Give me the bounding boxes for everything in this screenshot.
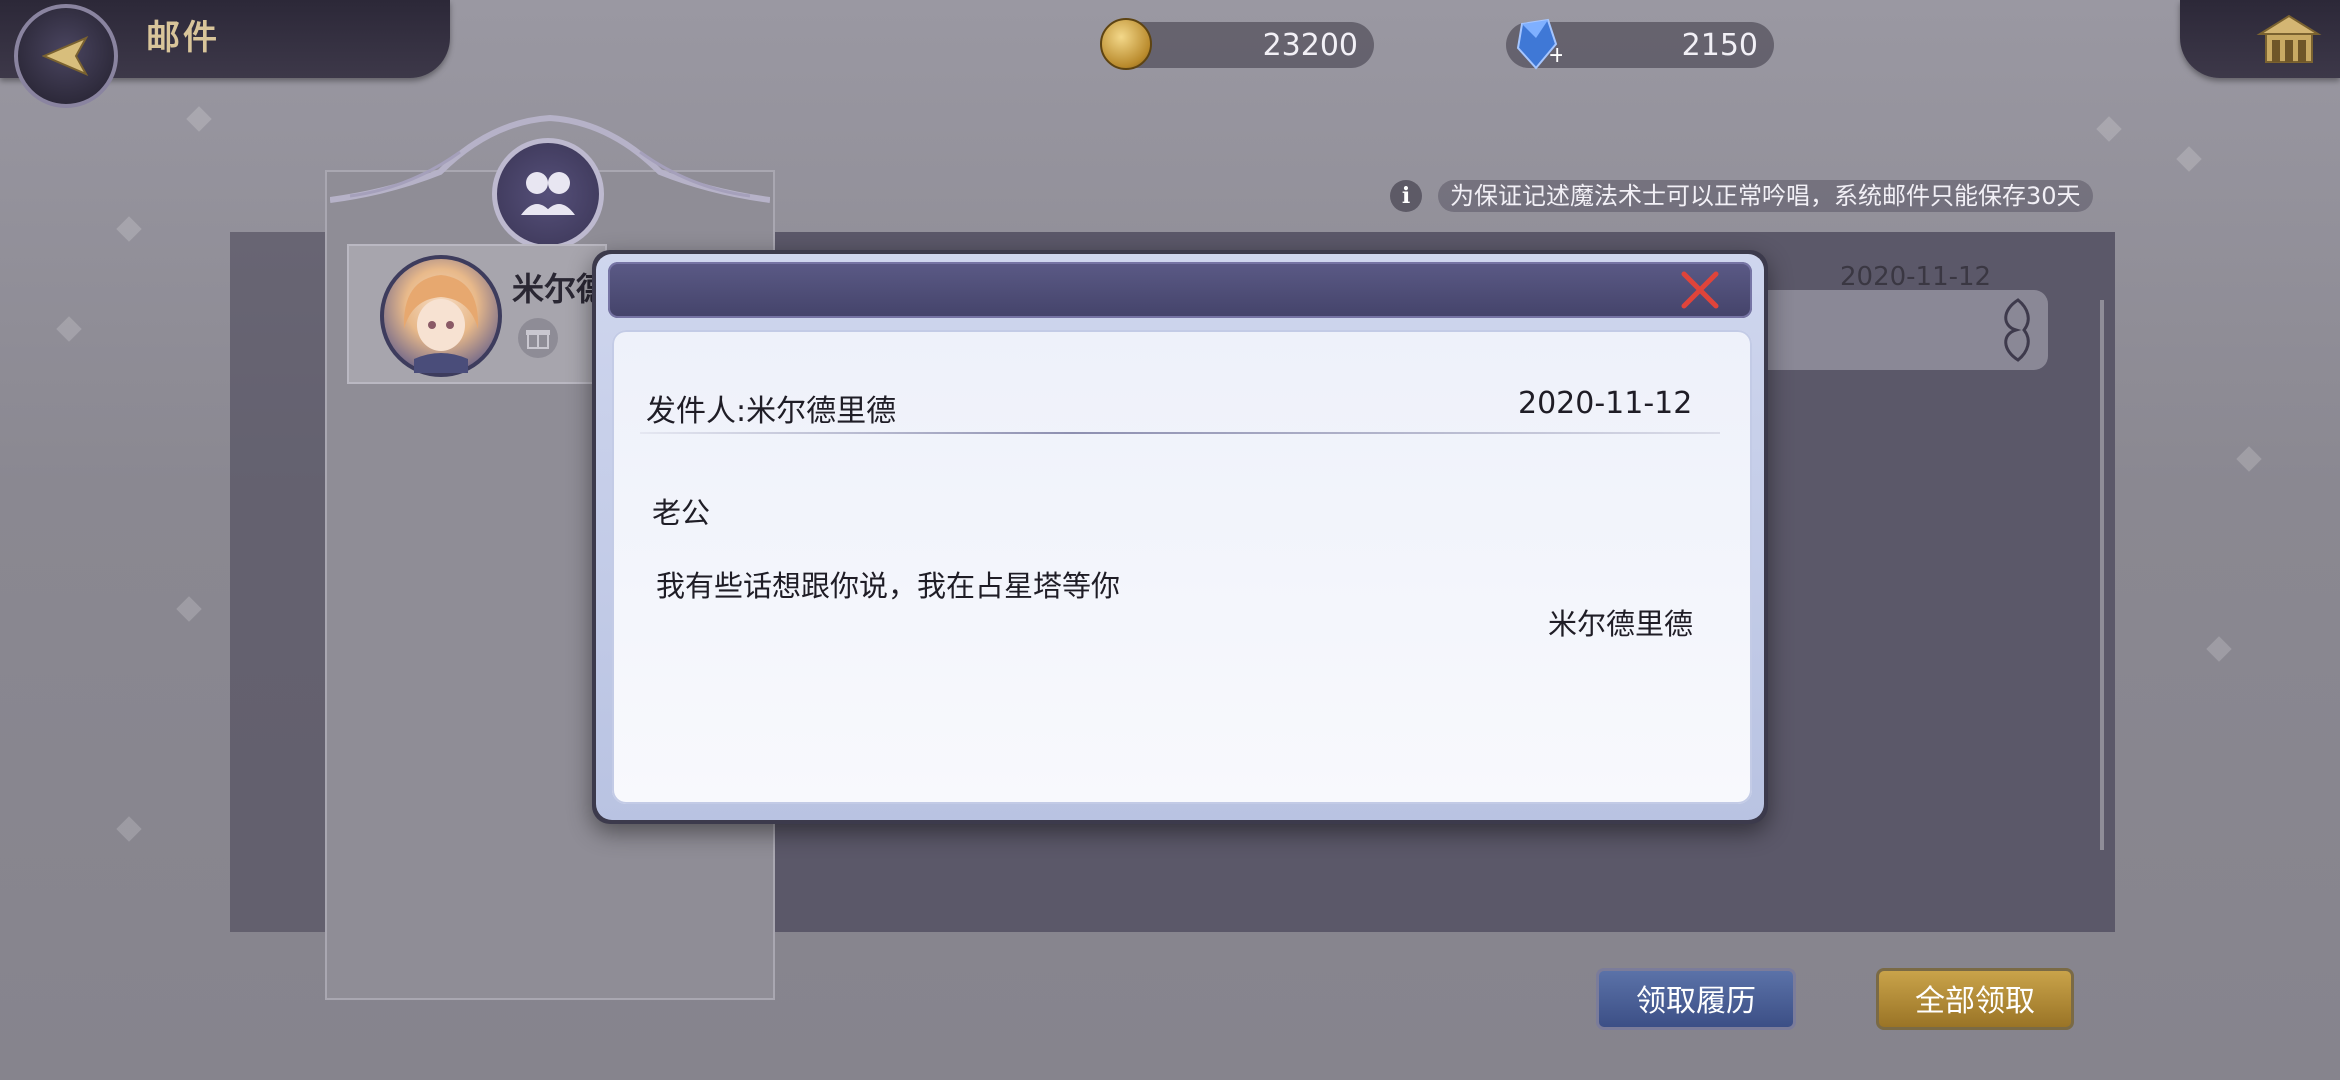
close-icon <box>1681 271 1719 309</box>
close-button[interactable] <box>1678 268 1722 312</box>
mail-body: 我有些话想跟你说，我在占星塔等你 <box>656 569 1121 603</box>
divider <box>640 432 1720 434</box>
mail-modal-header <box>608 262 1752 318</box>
mail-date: 2020-11-12 <box>1518 386 1693 421</box>
mail-signature: 米尔德里德 <box>1548 607 1694 641</box>
mail-sender: 发件人:米尔德里德 <box>646 394 897 429</box>
mail-greeting: 老公 <box>652 496 711 530</box>
